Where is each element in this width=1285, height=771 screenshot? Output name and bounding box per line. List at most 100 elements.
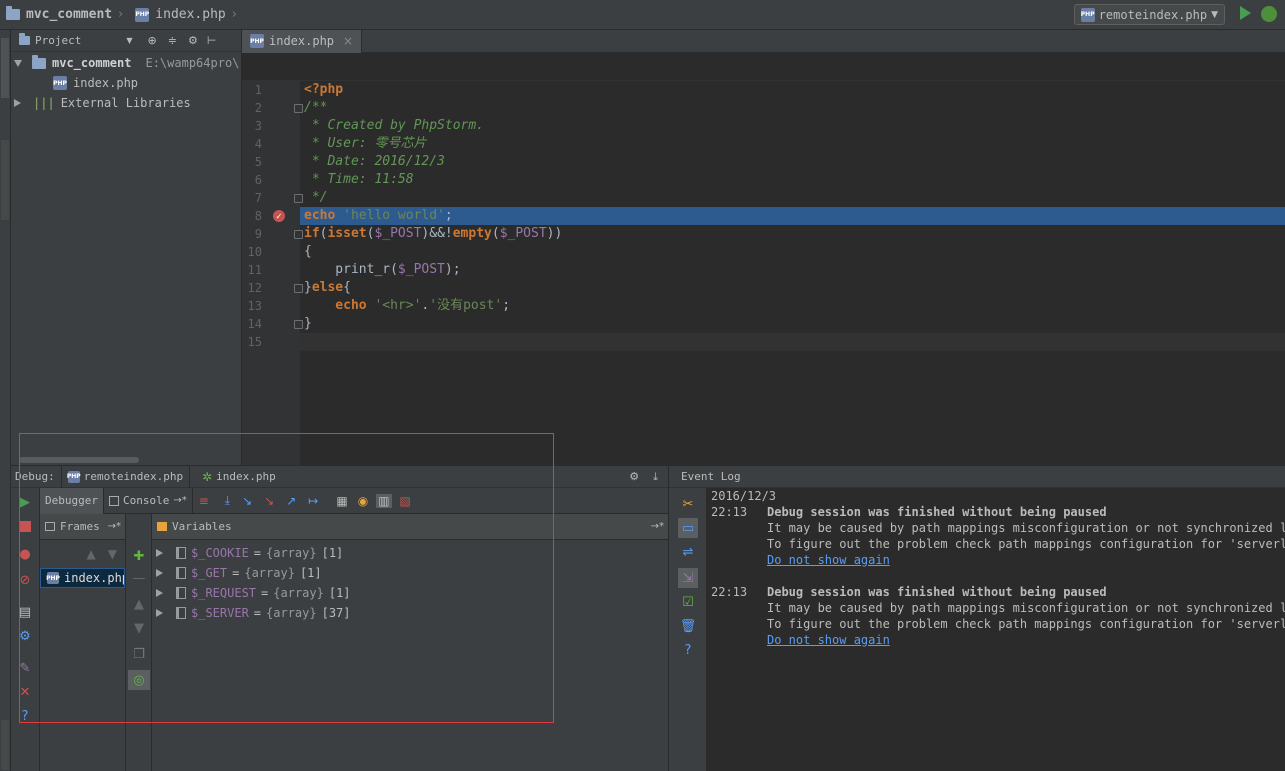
tree-root-label: mvc_comment (52, 56, 132, 70)
code-punct: ); (444, 262, 461, 277)
do-not-show-link[interactable]: Do not show again (767, 632, 890, 648)
hide-panel-icon[interactable]: ⤓ (653, 470, 658, 484)
php-file-icon: PHP (135, 7, 150, 22)
show-watches-icon[interactable]: ◎ (128, 670, 150, 690)
code-line-12: }else{ (304, 279, 351, 297)
settings-icon[interactable]: ✂ (680, 496, 696, 512)
code-string: '没有post' (429, 298, 503, 313)
variable-row[interactable]: $_COOKIE = {array} [1] (152, 543, 668, 563)
tree-external-label: External Libraries (60, 96, 191, 110)
project-panel-title[interactable]: Project (35, 34, 81, 47)
event-title: Debug session was finished without being… (767, 585, 1107, 599)
hide-panel-icon[interactable]: ⊢ (207, 34, 217, 47)
fold-marker-icon[interactable] (294, 230, 303, 239)
mute-breakpoints-icon[interactable]: ⊘ (17, 572, 33, 588)
expand-arrow-icon[interactable] (156, 609, 163, 617)
fold-marker-icon[interactable] (294, 320, 303, 329)
event-log-content[interactable]: 2016/12/3 22:13 Debug session was finish… (707, 488, 1285, 771)
debug-icon[interactable] (1261, 6, 1277, 22)
help-icon[interactable]: ? (680, 642, 696, 658)
structure-tool-button[interactable] (1, 140, 9, 220)
variable-type: {array} (244, 566, 295, 580)
evaluate-expression-icon[interactable]: ▦ (336, 494, 347, 508)
tab-console[interactable]: Console →* (104, 487, 193, 514)
stop-icon[interactable] (17, 518, 33, 534)
breadcrumb-project[interactable]: mvc_comment › (0, 0, 129, 30)
close-icon[interactable]: ✕ (17, 684, 33, 700)
code-variable: $_POST (397, 262, 445, 277)
breadcrumb-separator-icon: › (231, 7, 237, 22)
step-over-icon[interactable]: ⤓ (225, 493, 230, 508)
locate-icon[interactable]: ⊕ (148, 34, 157, 47)
tab-console-label: Console (122, 494, 170, 507)
code-line-1: <?php (304, 81, 343, 99)
list-view-icon[interactable]: ▥ (376, 493, 392, 508)
arrow-up-icon[interactable]: ▲ (131, 596, 147, 612)
show-execution-point-icon[interactable]: ≡ (199, 494, 209, 508)
breakpoint-icon[interactable]: ✓ (273, 210, 285, 222)
project-tool-button[interactable] (1, 38, 9, 98)
tab-index-debug[interactable]: ✲ index.php (196, 466, 282, 488)
expand-arrow-icon[interactable] (156, 569, 163, 577)
caret-line-highlight (300, 333, 1285, 351)
layout-icon[interactable]: ▤ (17, 604, 33, 620)
line-number: 8 (254, 209, 262, 223)
chevron-down-icon[interactable]: ▼ (126, 36, 132, 45)
expand-arrow-icon[interactable] (156, 549, 163, 557)
run-configuration-select[interactable]: PHP remoteindex.php ▼ (1073, 4, 1225, 25)
arrow-down-icon[interactable]: ▼ (131, 620, 147, 636)
expand-arrow-icon[interactable] (156, 589, 163, 597)
tab-remoteindex[interactable]: PHP remoteindex.php (60, 465, 191, 488)
arrow-down-icon[interactable]: ▼ (108, 547, 117, 561)
tab-index-php[interactable]: PHP index.php × (242, 29, 363, 53)
code-editor[interactable]: 1 2 3 4 5 6 7 8 9 10 11 12 13 14 15 ✓ <?… (242, 53, 1285, 465)
remove-watch-icon[interactable]: — (131, 570, 147, 586)
favorites-tool-button[interactable] (1, 720, 9, 770)
variable-row[interactable]: $_REQUEST = {array} [1] (152, 583, 668, 603)
fold-marker-icon[interactable] (294, 104, 303, 113)
tree-item-external[interactable]: ||| External Libraries (11, 93, 241, 113)
step-into-icon[interactable]: ↘ (242, 494, 252, 508)
gear-icon[interactable]: ⚙ (629, 470, 639, 483)
close-icon[interactable]: × (343, 34, 353, 48)
variable-row[interactable]: $_GET = {array} [1] (152, 563, 668, 583)
pin-tab-icon[interactable]: →* (651, 521, 664, 532)
horizontal-scrollbar[interactable] (19, 457, 139, 463)
array-icon (176, 567, 186, 579)
collapse-all-icon[interactable]: ≑ (168, 34, 177, 47)
gear-icon[interactable]: ⚙ (188, 34, 198, 47)
fold-marker-icon[interactable] (294, 194, 303, 203)
watch-icon[interactable]: ◉ (358, 494, 368, 508)
variables-list: $_COOKIE = {array} [1] $_GET = {array} [… (152, 540, 668, 623)
project-view-icon (19, 33, 30, 45)
soft-wrap-icon[interactable]: ⇌ (680, 544, 696, 560)
new-watch-icon[interactable]: ✚ (131, 548, 147, 564)
balloon-icon[interactable]: ▭ (678, 518, 698, 538)
view-breakpoints-icon[interactable]: ● (17, 546, 33, 562)
run-icon[interactable] (1240, 6, 1251, 20)
pin-tab-icon[interactable]: →* (108, 521, 121, 532)
trash-icon[interactable]: 🗑 (680, 618, 697, 634)
debug-tab-bar: Debugger Console →* ≡ ⤓ ↘ ↘ ↗ ↦ ▦ ◉ ▥ ▧ (40, 487, 668, 514)
pin-icon[interactable]: ✎ (17, 660, 33, 676)
arrow-up-icon[interactable]: ▲ (87, 547, 96, 561)
frame-item[interactable]: PHP index.php (40, 568, 125, 588)
step-out-icon[interactable]: ↗ (286, 494, 296, 508)
do-not-show-link[interactable]: Do not show again (767, 552, 890, 568)
restore-layout-icon[interactable]: ▧ (400, 494, 411, 508)
run-to-cursor-icon[interactable]: ↦ (308, 494, 318, 508)
scroll-to-end-icon[interactable]: ⇲ (678, 568, 698, 588)
copy-icon[interactable]: ❐ (131, 646, 147, 662)
tree-item-root[interactable]: mvc_comment E:\wamp64pro\ (11, 53, 241, 73)
resume-icon[interactable]: ▶ (17, 494, 33, 510)
mark-read-icon[interactable]: ☑ (680, 594, 696, 610)
breadcrumb-file[interactable]: PHP index.php › (129, 0, 243, 30)
editor-tab-bar: PHP index.php × (242, 29, 1285, 53)
force-step-into-icon[interactable]: ↘ (264, 494, 274, 508)
tab-debugger[interactable]: Debugger (40, 487, 104, 514)
settings-icon[interactable]: ⚙ (17, 628, 33, 644)
help-icon[interactable]: ? (17, 708, 33, 724)
variable-row[interactable]: $_SERVER = {array} [37] (152, 603, 668, 623)
fold-marker-icon[interactable] (294, 284, 303, 293)
tree-item-index[interactable]: PHP index.php (11, 73, 241, 93)
